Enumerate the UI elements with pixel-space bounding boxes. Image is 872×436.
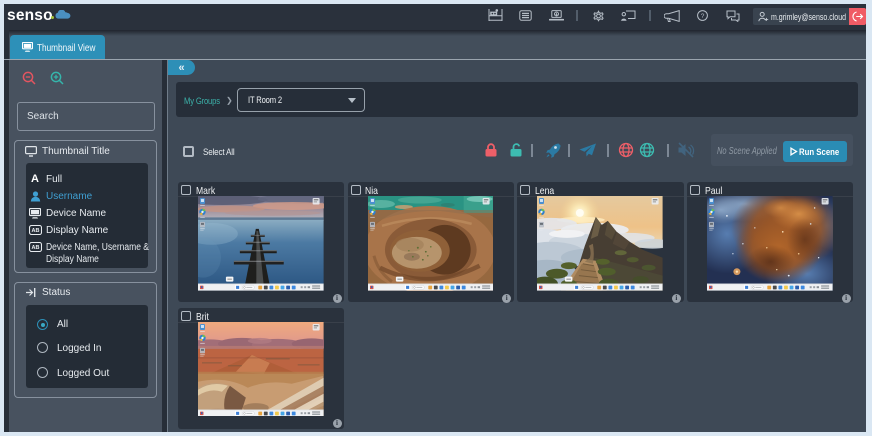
svg-text:AB: AB: [32, 245, 40, 251]
svg-text:?: ?: [701, 13, 705, 20]
svg-text:AB: AB: [32, 228, 40, 234]
